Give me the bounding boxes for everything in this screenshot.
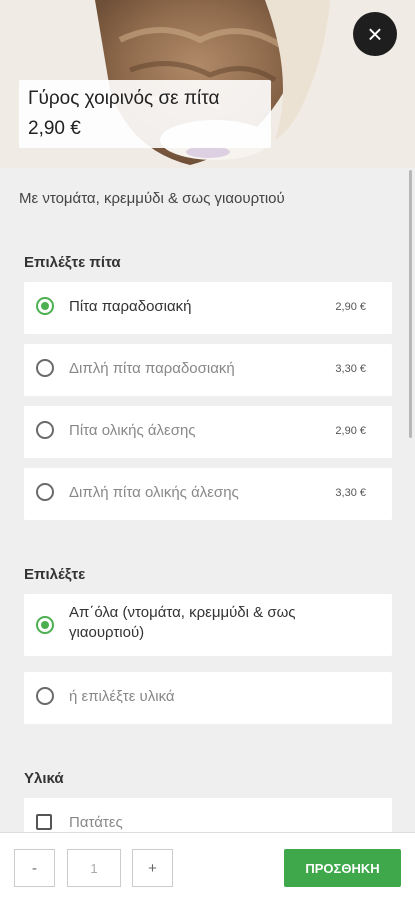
- close-icon: ×: [367, 19, 383, 49]
- radio[interactable]: [36, 421, 54, 439]
- section-title-pita: Επιλέξτε πίτα: [24, 254, 121, 271]
- option-all-ingredients[interactable]: Απ΄όλα (ντομάτα, κρεμμύδι & σως γιαουρτι…: [24, 594, 392, 656]
- option-price: 3,30 €: [335, 487, 366, 499]
- option-label: Πίτα παραδοσιακή: [69, 298, 192, 315]
- product-description: Με ντομάτα, κρεμμύδι & σως γιαουρτιού: [19, 190, 285, 207]
- option-label: Απ΄όλα (ντομάτα, κρεμμύδι & σως γιαουρτι…: [69, 604, 296, 641]
- increase-quantity-button[interactable]: +: [132, 849, 173, 887]
- option-double-pita-wholegrain[interactable]: Διπλή πίτα ολικής άλεσης 3,30 €: [24, 468, 392, 520]
- option-label: Διπλή πίτα παραδοσιακή: [69, 360, 235, 377]
- section-title-choose: Επιλέξτε: [24, 566, 86, 583]
- add-to-cart-button[interactable]: ΠΡΟΣΘΗΚΗ: [284, 849, 401, 887]
- radio-checked[interactable]: [36, 297, 54, 315]
- order-footer: - + ΠΡΟΣΘΗΚΗ: [0, 832, 415, 901]
- quantity-input[interactable]: [67, 849, 121, 887]
- checkbox[interactable]: [36, 814, 52, 830]
- radio[interactable]: [36, 359, 54, 377]
- radio[interactable]: [36, 687, 54, 705]
- option-price: 2,90 €: [335, 425, 366, 437]
- decrease-quantity-button[interactable]: -: [14, 849, 55, 887]
- option-price: 2,90 €: [335, 301, 366, 313]
- option-pita-traditional[interactable]: Πίτα παραδοσιακή 2,90 €: [24, 282, 392, 334]
- options-panel: Με ντομάτα, κρεμμύδι & σως γιαουρτιού Επ…: [0, 168, 415, 832]
- section-title-ingredients: Υλικά: [24, 770, 64, 787]
- option-label: Πίτα ολικής άλεσης: [69, 422, 196, 439]
- option-choose-ingredients[interactable]: ή επιλέξτε υλικά: [24, 672, 392, 724]
- option-pita-wholegrain[interactable]: Πίτα ολικής άλεσης 2,90 €: [24, 406, 392, 458]
- scrollbar[interactable]: [409, 170, 412, 438]
- option-label: Πατάτες: [69, 814, 123, 831]
- product-hero: × Γύρος χοιρινός σε πίτα 2,90 €: [0, 0, 415, 168]
- product-title: Γύρος χοιρινός σε πίτα: [28, 88, 220, 109]
- radio-checked[interactable]: [36, 616, 54, 634]
- option-double-pita-traditional[interactable]: Διπλή πίτα παραδοσιακή 3,30 €: [24, 344, 392, 396]
- option-price: 3,30 €: [335, 363, 366, 375]
- option-ingredient-fries[interactable]: Πατάτες: [24, 798, 392, 832]
- product-title-card: Γύρος χοιρινός σε πίτα 2,90 €: [19, 80, 271, 148]
- product-price: 2,90 €: [28, 118, 81, 139]
- option-label: Διπλή πίτα ολικής άλεσης: [69, 484, 239, 501]
- radio[interactable]: [36, 483, 54, 501]
- close-button[interactable]: ×: [353, 12, 397, 56]
- option-label: ή επιλέξτε υλικά: [69, 688, 175, 705]
